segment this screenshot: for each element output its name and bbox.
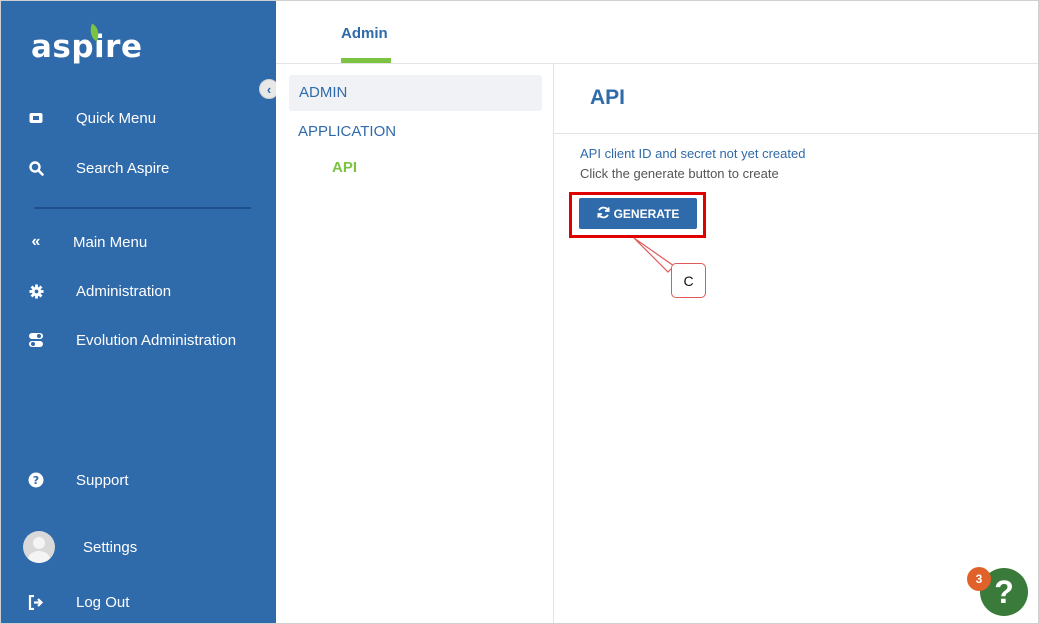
- sidebar-item-administration[interactable]: Administration: [1, 273, 276, 309]
- refresh-icon: [597, 206, 610, 222]
- sidebar-item-support[interactable]: ? Support: [1, 462, 276, 498]
- sidebar: aspire Quick Menu Search Aspire « Main M…: [1, 1, 276, 623]
- nav-item-application[interactable]: APPLICATION: [298, 123, 396, 140]
- sidebar-item-label: Main Menu: [73, 233, 148, 251]
- generate-button[interactable]: GENERATE: [579, 198, 697, 229]
- top-bar: Admin: [276, 1, 1038, 64]
- app-window: aspire Quick Menu Search Aspire « Main M…: [0, 0, 1039, 624]
- sidebar-item-evolution-administration[interactable]: Evolution Administration: [1, 322, 276, 358]
- sidebar-item-label: Administration: [76, 282, 172, 300]
- sidebar-item-log-out[interactable]: Log Out: [1, 584, 276, 620]
- sidebar-item-label: Settings: [83, 538, 138, 556]
- annotation-callout: C: [671, 263, 706, 298]
- nav-item-label: ADMIN: [299, 84, 348, 101]
- sidebar-item-label: Search Aspire: [76, 159, 170, 177]
- sidebar-item-main-menu[interactable]: « Main Menu: [1, 224, 276, 260]
- sidebar-divider: [34, 207, 251, 209]
- chevron-left-icon: ‹: [266, 81, 272, 97]
- active-tab-indicator: [341, 58, 391, 63]
- quick-menu-icon: [27, 109, 45, 127]
- page-title: API: [590, 86, 626, 109]
- status-message: API client ID and secret not yet created: [580, 146, 806, 161]
- generate-button-label: GENERATE: [613, 206, 680, 221]
- notification-badge: 3: [967, 567, 991, 591]
- instruction-message: Click the generate button to create: [580, 166, 779, 181]
- sidebar-item-search-aspire[interactable]: Search Aspire: [1, 150, 276, 186]
- aspire-logo: aspire: [31, 29, 143, 65]
- sidebar-item-label: Log Out: [76, 593, 130, 611]
- sidebar-item-quick-menu[interactable]: Quick Menu: [1, 100, 276, 136]
- logout-icon: [27, 593, 45, 611]
- main-content: API API client ID and secret not yet cre…: [554, 64, 1038, 623]
- svg-text:?: ?: [33, 474, 39, 487]
- sidebar-item-label: Quick Menu: [76, 109, 157, 127]
- sidebar-item-label: Evolution Administration: [76, 331, 237, 349]
- tab-admin[interactable]: Admin: [341, 25, 388, 42]
- toggle-icon: [27, 331, 45, 349]
- sidebar-item-settings[interactable]: Settings: [1, 529, 276, 565]
- search-icon: [27, 159, 45, 177]
- gear-icon: [27, 282, 45, 300]
- sidebar-item-label: Support: [76, 471, 129, 489]
- title-divider: [554, 133, 1038, 134]
- question-circle-icon: ?: [27, 471, 45, 489]
- admin-nav-panel: ADMIN APPLICATION API: [276, 64, 554, 623]
- double-chevron-left-icon: «: [31, 233, 41, 250]
- nav-item-api[interactable]: API: [332, 159, 357, 176]
- nav-item-admin[interactable]: ADMIN: [289, 75, 542, 111]
